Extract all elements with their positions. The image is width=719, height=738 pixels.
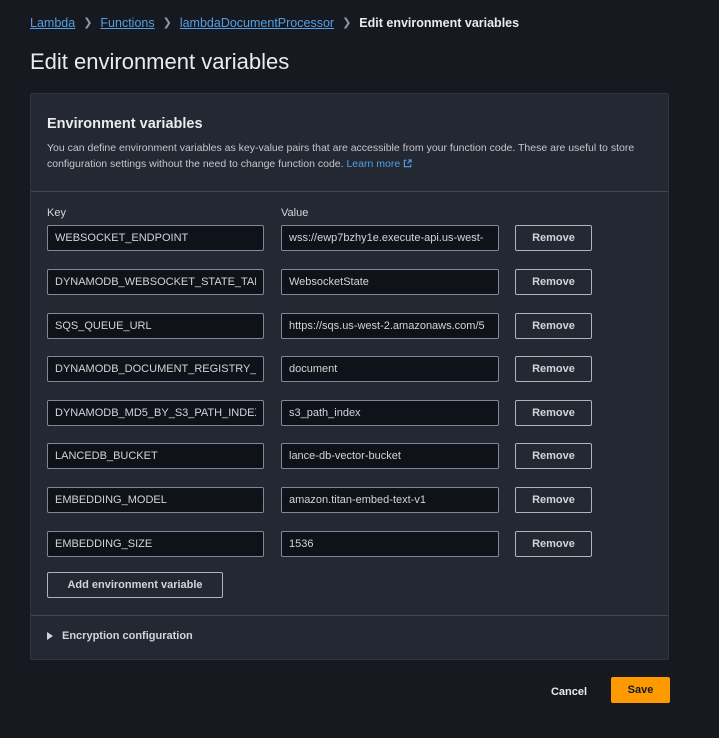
chevron-right-icon: ❯: [342, 17, 352, 29]
remove-button[interactable]: Remove: [515, 225, 592, 251]
env-var-row: Remove: [47, 443, 607, 469]
remove-button[interactable]: Remove: [515, 531, 592, 557]
description-text: You can define environment variables as …: [47, 142, 635, 170]
env-var-row: Remove: [47, 531, 607, 557]
env-var-row: Remove: [47, 356, 607, 382]
value-input[interactable]: [281, 356, 499, 382]
panel-header: Environment variables You can define env…: [31, 94, 668, 192]
breadcrumb-lambda[interactable]: Lambda: [30, 15, 75, 31]
env-var-row: Remove: [47, 400, 607, 426]
section-title: Environment variables: [47, 116, 203, 132]
remove-button[interactable]: Remove: [515, 313, 592, 339]
breadcrumb-functions[interactable]: Functions: [100, 15, 154, 31]
remove-button[interactable]: Remove: [515, 269, 592, 295]
value-column-label: Value: [281, 207, 309, 219]
external-link-icon: [403, 159, 412, 168]
breadcrumb-function-name[interactable]: lambdaDocumentProcessor: [180, 15, 334, 31]
value-input[interactable]: [281, 443, 499, 469]
save-button[interactable]: Save: [611, 677, 670, 703]
add-environment-variable-button[interactable]: Add environment variable: [47, 572, 223, 598]
learn-more-link[interactable]: Learn more: [346, 158, 412, 170]
env-var-row: Remove: [47, 269, 607, 295]
value-input[interactable]: [281, 531, 499, 557]
env-var-row: Remove: [47, 487, 607, 513]
key-input[interactable]: [47, 356, 264, 382]
value-input[interactable]: [281, 487, 499, 513]
chevron-right-icon: ❯: [162, 17, 172, 29]
key-input[interactable]: [47, 443, 264, 469]
remove-button[interactable]: Remove: [515, 400, 592, 426]
value-input[interactable]: [281, 269, 499, 295]
caret-right-icon: [47, 632, 53, 640]
section-description: You can define environment variables as …: [47, 140, 652, 172]
key-input[interactable]: [47, 400, 264, 426]
key-input[interactable]: [47, 313, 264, 339]
page-title: Edit environment variables: [30, 49, 290, 74]
value-input[interactable]: [281, 400, 499, 426]
encryption-configuration-toggle[interactable]: Encryption configuration: [47, 630, 193, 642]
value-input[interactable]: [281, 225, 499, 251]
key-input[interactable]: [47, 269, 264, 295]
chevron-right-icon: ❯: [83, 17, 93, 29]
env-var-row: Remove: [47, 225, 607, 251]
key-column-label: Key: [47, 207, 66, 219]
key-input[interactable]: [47, 487, 264, 513]
breadcrumb-current: Edit environment variables: [359, 16, 520, 30]
page: Lambda ❯ Functions ❯ lambdaDocumentProce…: [0, 0, 719, 738]
environment-variables-panel: Environment variables You can define env…: [30, 93, 669, 660]
remove-button[interactable]: Remove: [515, 356, 592, 382]
env-var-row: Remove: [47, 313, 607, 339]
divider: [31, 615, 668, 616]
encryption-label: Encryption configuration: [62, 630, 193, 642]
cancel-button[interactable]: Cancel: [541, 679, 597, 705]
remove-button[interactable]: Remove: [515, 443, 592, 469]
remove-button[interactable]: Remove: [515, 487, 592, 513]
key-input[interactable]: [47, 531, 264, 557]
value-input[interactable]: [281, 313, 499, 339]
key-input[interactable]: [47, 225, 264, 251]
breadcrumb: Lambda ❯ Functions ❯ lambdaDocumentProce…: [30, 15, 519, 31]
learn-more-label: Learn more: [346, 158, 401, 170]
